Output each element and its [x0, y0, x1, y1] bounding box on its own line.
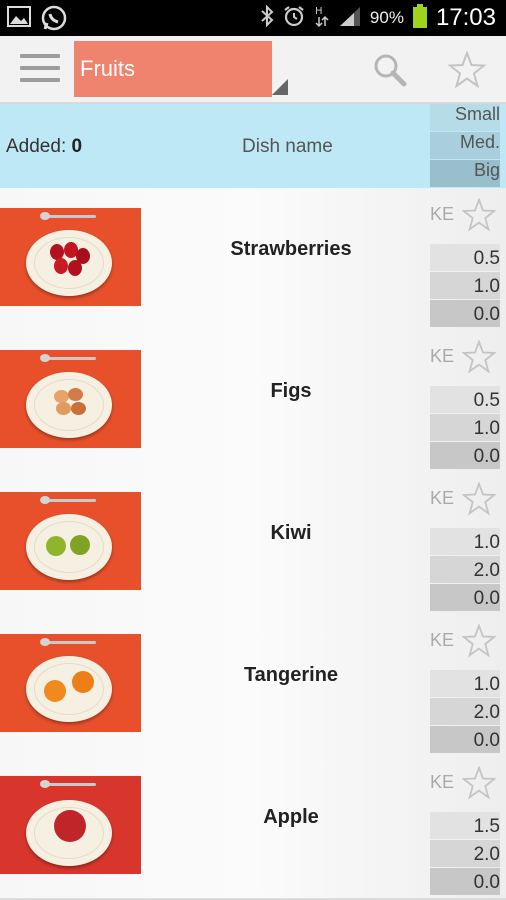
dish-image [0, 634, 141, 732]
big-value[interactable]: 0.0 [430, 300, 500, 327]
ke-label: KE [430, 204, 455, 224]
clock: 17:03 [435, 4, 496, 31]
big-value[interactable]: 0.0 [430, 584, 500, 611]
size-small-header: Small [430, 104, 500, 131]
ke-label: KE [430, 346, 455, 366]
list-item[interactable]: Figs KE 0.5 1.0 0.0 [0, 330, 506, 474]
size-columns: Small Med. Big [430, 104, 500, 188]
dish-image [0, 492, 141, 590]
category-label: Fruits [80, 56, 135, 81]
medium-value[interactable]: 2.0 [430, 840, 500, 867]
table-header: Added: 0 Dish name Small Med. Big [0, 104, 506, 188]
small-value[interactable]: 1.5 [430, 812, 500, 839]
menu-icon[interactable] [20, 54, 60, 84]
battery-percent: 90% [369, 8, 404, 27]
dish-name: Apple [263, 806, 319, 828]
portion-values: 1.5 2.0 0.0 [430, 812, 500, 896]
favorite-star-icon[interactable] [461, 481, 497, 521]
favorite-star-icon[interactable] [461, 197, 497, 237]
added-counter: Added: 0 [6, 136, 83, 157]
list-item[interactable]: Kiwi KE 1.0 2.0 0.0 [0, 472, 506, 616]
list-item[interactable]: Strawberries KE 0.5 1.0 0.0 [0, 188, 506, 332]
whatsapp-icon [40, 4, 68, 37]
dish-name: Tangerine [243, 664, 339, 686]
size-medium-header: Med. [430, 132, 500, 159]
portion-values: 0.5 1.0 0.0 [430, 244, 500, 328]
svg-text:H: H [315, 6, 323, 17]
portion-values: 0.5 1.0 0.0 [430, 386, 500, 470]
bluetooth-icon [260, 4, 274, 32]
dropdown-arrow-icon [272, 79, 288, 95]
signal-icon [338, 5, 362, 32]
ke-label: KE [430, 630, 455, 650]
ke-label: KE [430, 488, 455, 508]
portion-values: 1.0 2.0 0.0 [430, 528, 500, 612]
dish-name: Figs [270, 380, 312, 402]
category-dropdown[interactable]: Fruits [74, 41, 272, 97]
medium-value[interactable]: 1.0 [430, 272, 500, 299]
dish-image [0, 776, 141, 874]
small-value[interactable]: 0.5 [430, 244, 500, 271]
medium-value[interactable]: 2.0 [430, 556, 500, 583]
battery-icon [412, 3, 428, 34]
favorite-star-icon[interactable] [461, 765, 497, 805]
big-value[interactable]: 0.0 [430, 442, 500, 469]
big-value[interactable]: 0.0 [430, 726, 500, 753]
status-bar: H 90% 17:03 [0, 0, 506, 36]
list-item[interactable]: Tangerine KE 1.0 2.0 0.0 [0, 614, 506, 758]
list-item[interactable]: Apple KE 1.5 2.0 0.0 [0, 756, 506, 900]
hsdpa-icon: H [314, 4, 330, 33]
ke-label: KE [430, 772, 455, 792]
size-big-header: Big [430, 160, 500, 187]
dish-name: Kiwi [270, 522, 312, 544]
dish-image [0, 350, 141, 448]
action-bar: Fruits [0, 36, 506, 105]
gallery-icon [6, 4, 32, 37]
dish-name: Strawberries [230, 238, 352, 260]
small-value[interactable]: 1.0 [430, 670, 500, 697]
small-value[interactable]: 0.5 [430, 386, 500, 413]
favorite-star-icon[interactable] [461, 623, 497, 663]
dish-name-header: Dish name [242, 136, 333, 157]
portion-values: 1.0 2.0 0.0 [430, 670, 500, 754]
dish-image [0, 208, 141, 306]
medium-value[interactable]: 1.0 [430, 414, 500, 441]
search-icon[interactable] [372, 52, 408, 93]
alarm-icon [282, 4, 306, 33]
favorite-star-icon[interactable] [461, 339, 497, 379]
favorites-star-icon[interactable] [447, 50, 487, 94]
big-value[interactable]: 0.0 [430, 868, 500, 895]
small-value[interactable]: 1.0 [430, 528, 500, 555]
medium-value[interactable]: 2.0 [430, 698, 500, 725]
added-count: 0 [71, 136, 83, 157]
